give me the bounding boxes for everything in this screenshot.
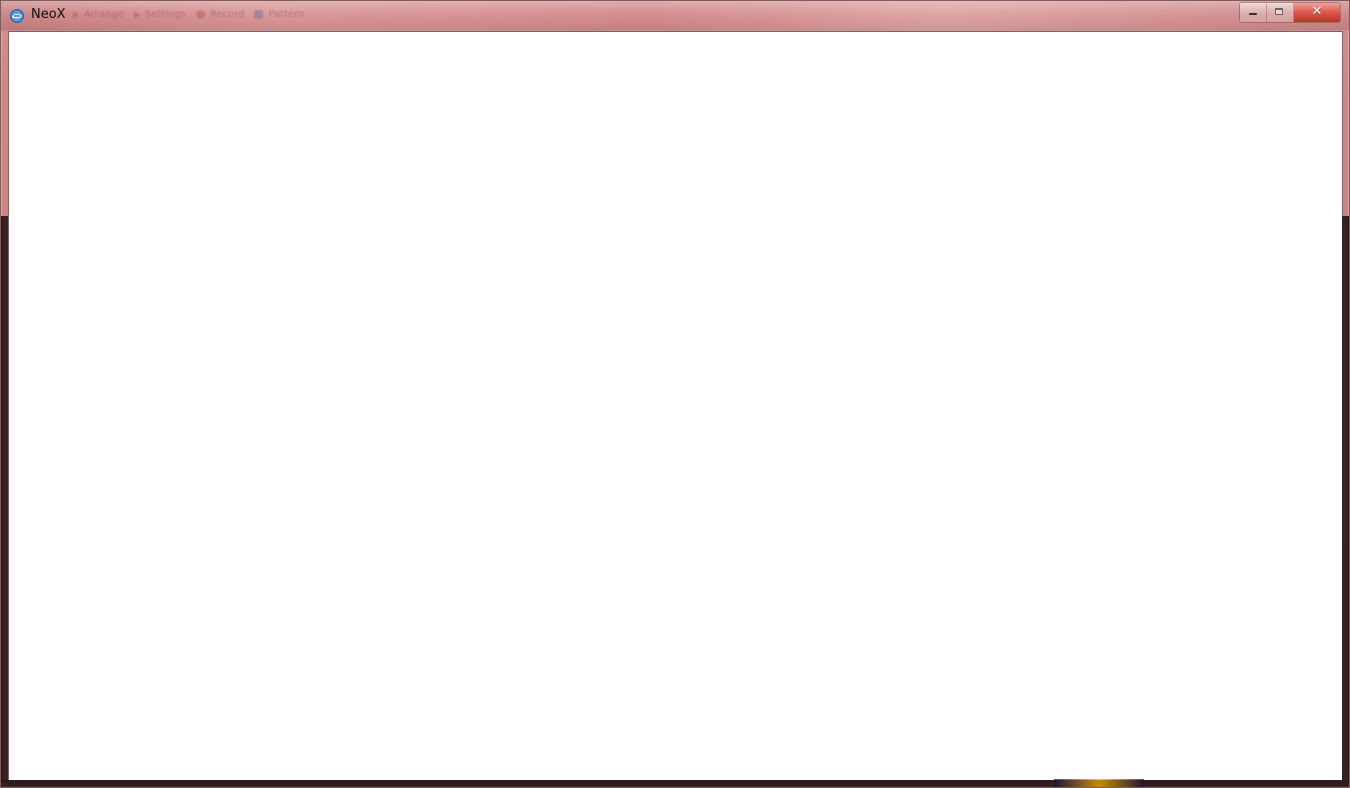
minimize-button[interactable] bbox=[1240, 3, 1267, 22]
toolbar-item-label: Record bbox=[209, 9, 245, 20]
maximize-icon bbox=[1275, 8, 1283, 15]
title-bar[interactable]: NeoX Arrange Settings Record Pattern ✕ bbox=[1, 1, 1349, 31]
square-icon bbox=[254, 10, 264, 19]
toolbar-item-pattern[interactable]: Pattern bbox=[254, 9, 304, 20]
toolbar-item-label: Pattern bbox=[268, 9, 305, 20]
bottom-window-edge bbox=[1, 780, 1349, 787]
arrow-icon bbox=[73, 10, 79, 19]
record-icon bbox=[195, 10, 205, 19]
toolbar-item-label: Settings bbox=[144, 9, 186, 20]
toolbar-item-arrange[interactable]: Arrange bbox=[73, 9, 124, 20]
app-icon bbox=[10, 9, 24, 23]
close-icon: ✕ bbox=[1311, 4, 1323, 19]
toolbar-item-record[interactable]: Record bbox=[195, 9, 245, 20]
right-window-edge bbox=[1342, 216, 1349, 781]
arrow-icon bbox=[133, 10, 140, 19]
minimize-icon bbox=[1249, 13, 1257, 15]
client-area[interactable] bbox=[8, 31, 1343, 781]
toolbar-item-settings[interactable]: Settings bbox=[133, 9, 186, 20]
left-window-edge bbox=[1, 216, 8, 781]
toolbar-reflection: Arrange Settings Record Pattern bbox=[73, 9, 304, 20]
maximize-button[interactable] bbox=[1267, 3, 1294, 22]
window-controls: ✕ bbox=[1239, 2, 1341, 23]
taskbar-glimpse bbox=[1054, 779, 1144, 787]
close-button[interactable]: ✕ bbox=[1294, 3, 1340, 22]
window-title: NeoX bbox=[31, 7, 66, 22]
app-window: NeoX Arrange Settings Record Pattern ✕ bbox=[0, 0, 1350, 788]
toolbar-item-label: Arrange bbox=[84, 9, 124, 20]
